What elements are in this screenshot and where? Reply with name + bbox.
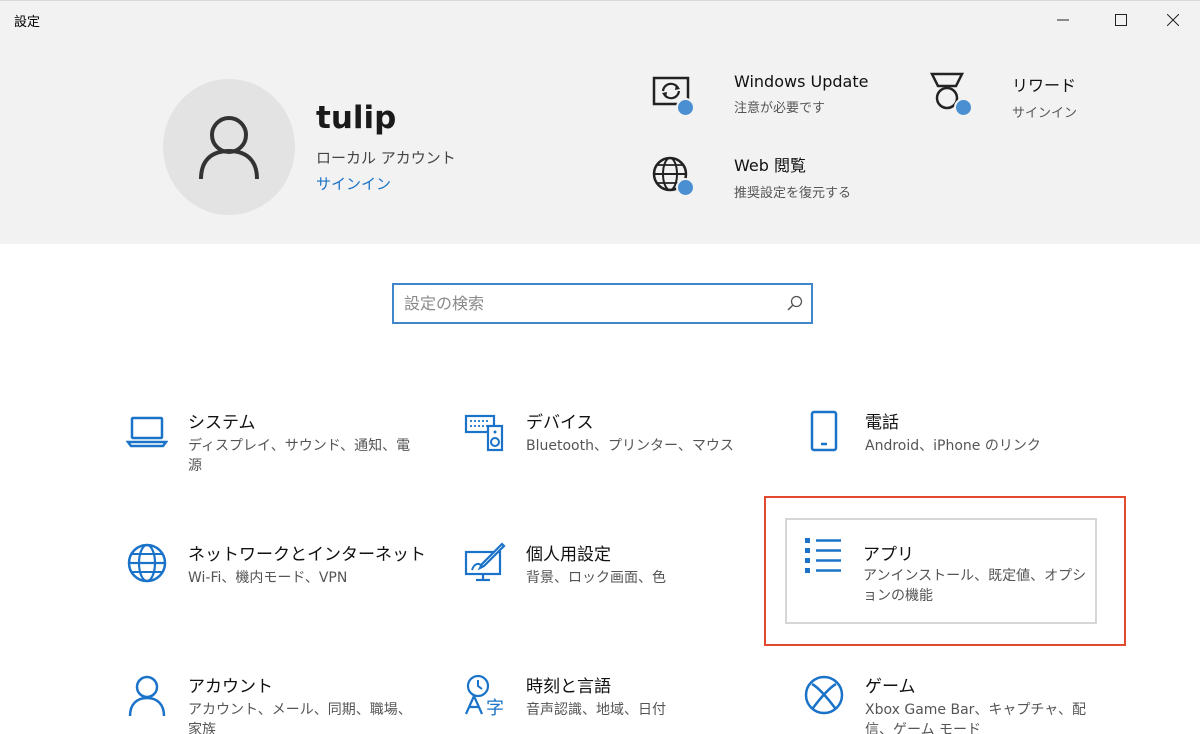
category-title: システム (188, 413, 256, 433)
category-title: アカウント (188, 677, 273, 697)
close-icon (1167, 14, 1179, 26)
xbox-icon (803, 674, 845, 716)
close-button[interactable] (1150, 4, 1196, 36)
svg-text:字: 字 (486, 698, 504, 716)
category-subtitle: Bluetooth、プリンター、マウス (526, 438, 734, 454)
category-subtitle: Android、iPhone のリンク (865, 438, 1041, 454)
user-name: tulip (316, 100, 397, 136)
phone-icon (803, 410, 845, 452)
search-input[interactable] (404, 291, 764, 316)
category-system[interactable]: システム ディスプレイ、サウンド、通知、電源 (116, 396, 430, 500)
search-box[interactable] (392, 283, 813, 324)
maximize-button[interactable] (1098, 4, 1144, 36)
category-title: 時刻と言語 (526, 677, 611, 697)
user-avatar-icon (199, 116, 259, 180)
category-network[interactable]: ネットワークとインターネット Wi-Fi、機内モード、VPN (116, 528, 430, 632)
category-personalization[interactable]: 個人用設定 背景、ロック画面、色 (454, 528, 768, 632)
category-subtitle: ディスプレイ、サウンド、通知、電源 (188, 438, 411, 474)
minimize-icon (1057, 19, 1069, 21)
person-icon (126, 674, 168, 717)
category-subtitle: アカウント、メール、同期、職場、家族 (188, 702, 412, 734)
minimize-button[interactable] (1040, 4, 1086, 36)
category-title: ゲーム (865, 677, 916, 697)
devices-icon (464, 410, 506, 452)
category-phone[interactable]: 電話 Android、iPhone のリンク (793, 396, 1107, 500)
rewards-icon (926, 70, 982, 126)
category-title: 個人用設定 (526, 545, 611, 565)
category-gaming[interactable]: ゲーム Xbox Game Bar、キャプチャ、配信、ゲーム モード (793, 660, 1107, 734)
category-title: 電話 (865, 413, 899, 433)
category-subtitle: 背景、ロック画面、色 (526, 570, 666, 586)
quick-link-title: リワード (1012, 76, 1077, 95)
personalization-icon (464, 542, 506, 584)
category-devices[interactable]: デバイス Bluetooth、プリンター、マウス (454, 396, 768, 500)
windows-update-icon (648, 70, 704, 126)
laptop-icon (125, 410, 169, 452)
quick-link-subtitle: サインイン (1012, 106, 1078, 121)
quick-link-subtitle: 推奨設定を復元する (734, 186, 852, 201)
window-title: 設定 (14, 15, 41, 30)
category-subtitle: Wi-Fi、機内モード、VPN (188, 570, 348, 586)
quick-link-title: Windows Update (734, 72, 869, 91)
category-time-language[interactable]: 字 時刻と言語 音声認識、地域、日付 (454, 660, 768, 734)
quick-link-subtitle: 注意が必要です (734, 101, 826, 116)
category-subtitle: 音声認識、地域、日付 (526, 702, 666, 718)
time-language-icon: 字 (464, 674, 506, 719)
globe-icon (126, 542, 168, 584)
web-browsing-icon (648, 150, 704, 206)
quick-link-windows-update[interactable]: Windows Update 注意が必要です (648, 70, 868, 126)
category-subtitle: Xbox Game Bar、キャプチャ、配信、ゲーム モード (865, 702, 1086, 734)
quick-link-title: Web 閲覧 (734, 156, 806, 175)
maximize-icon (1115, 14, 1127, 26)
search-icon[interactable] (787, 295, 803, 315)
category-title: デバイス (526, 413, 594, 433)
signin-link[interactable]: サインイン (316, 173, 391, 194)
avatar[interactable] (163, 79, 295, 215)
highlight-annotation (764, 496, 1126, 646)
category-accounts[interactable]: アカウント アカウント、メール、同期、職場、家族 (116, 660, 430, 734)
quick-link-rewards[interactable]: リワード サインイン (926, 70, 1077, 126)
quick-link-web-browsing[interactable]: Web 閲覧 推奨設定を復元する (648, 150, 851, 206)
category-title: ネットワークとインターネット (188, 545, 426, 565)
account-type: ローカル アカウント (316, 149, 456, 167)
